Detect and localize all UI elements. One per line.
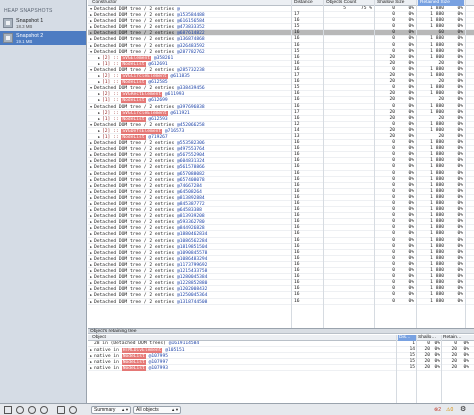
retained-size-cell: 1 880 <box>430 298 444 304</box>
row-label: ▶ native in NodeList @107993 <box>90 365 168 372</box>
warning-count-badge[interactable]: ⚠0 <box>446 406 453 414</box>
snapshot-size: 18.3 MB <box>16 24 33 29</box>
shallow-size-cell: 20 <box>424 365 430 371</box>
shallow-size-cell: 0 <box>392 298 395 304</box>
objects-count-cell <box>326 299 346 305</box>
shallow-pct-cell: 0% <box>408 298 414 304</box>
record-icon[interactable] <box>28 406 36 414</box>
status-bar: Summary ▲▼ All objects ▲▼ ⊗2 ⚠0 ⚙ <box>0 403 474 415</box>
class-badge: NodeList <box>121 366 146 372</box>
objects-pct-cell <box>348 299 372 305</box>
snapshot-size: 19.1 MB <box>16 39 33 44</box>
sidebar-item-snapshot-1[interactable]: Snapshot 1 18.3 MB <box>0 16 86 30</box>
settings-icon[interactable]: ⚙ <box>460 406 468 414</box>
retaining-tree-header: Object's retaining tree <box>88 328 474 334</box>
row-label: ▶ Detached DOM tree / 2 entries @13187445… <box>90 299 207 305</box>
snapshot-icon <box>3 18 13 28</box>
view-select[interactable]: Summary ▲▼ <box>91 406 131 414</box>
object-id: @1619114584 <box>168 341 200 346</box>
retained-size-cell: 20 <box>451 365 457 371</box>
error-count-badge[interactable]: ⊗2 <box>434 406 441 414</box>
gc-icon[interactable] <box>69 406 77 414</box>
distance-cell: 15 <box>409 365 415 371</box>
object-id: @107993 <box>148 366 168 372</box>
object-id: @1318744508 <box>177 299 208 305</box>
sidebar-header: HEAP SNAPSHOTS <box>4 8 53 14</box>
filter-select[interactable]: All objects ▲▼ <box>133 406 181 414</box>
sidebar-item-snapshot-2[interactable]: Snapshot 2 19.1 MB <box>0 31 86 45</box>
shallow-pct-cell: 0% <box>434 365 440 371</box>
retained-pct-cell: 0% <box>457 298 463 304</box>
row-prefix: 28 in <box>94 341 108 346</box>
console-icon[interactable] <box>16 406 24 414</box>
profile-icon[interactable] <box>57 406 65 414</box>
distance-cell: 16 <box>294 298 300 304</box>
snapshot-icon <box>3 33 13 43</box>
row-text: Detached DOM tree / 2 entries <box>94 299 175 305</box>
retained-pct-cell: 0% <box>463 365 469 371</box>
clear-icon[interactable] <box>40 406 48 414</box>
row-prefix: native in <box>94 366 119 372</box>
row-text: (Detached DOM trees) <box>110 341 166 346</box>
heap-profile-view: Constructor Distance Objects Count Shall… <box>88 0 474 403</box>
dock-icon[interactable] <box>4 406 12 414</box>
snapshots-sidebar: HEAP SNAPSHOTS Snapshot 1 18.3 MB Snapsh… <box>0 0 87 403</box>
